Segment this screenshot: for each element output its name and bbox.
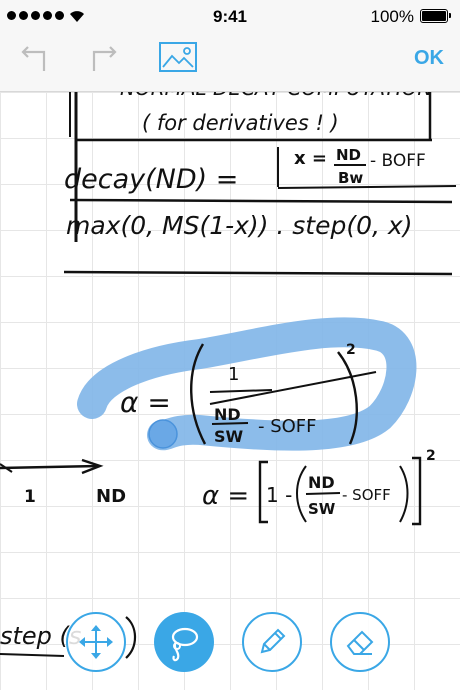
alpha2-denominator: SW xyxy=(308,500,336,518)
lasso-icon xyxy=(171,627,199,662)
x-definition-numerator: ND xyxy=(336,146,361,164)
box-title-line1: NORMAL DECAY COMPUTATION xyxy=(120,92,432,100)
axis-one-label: 1 xyxy=(24,487,36,507)
redo-arrow-icon[interactable] xyxy=(88,43,118,73)
max-expression: max(0, MS(1-x)) . step(0, x) xyxy=(66,211,412,240)
alpha-equation-short-bar xyxy=(209,389,273,393)
battery-icon xyxy=(420,9,451,23)
lasso-tool-button[interactable] xyxy=(154,612,214,672)
decay-label: decay(ND) = xyxy=(64,164,238,195)
x-box-bottom xyxy=(277,185,457,189)
alpha2-fraction-bar xyxy=(305,492,341,495)
tool-palette xyxy=(0,580,460,690)
alpha-equation-fraction-bar xyxy=(211,422,249,425)
lasso-end-handle[interactable] xyxy=(148,419,178,449)
move-tool-button[interactable] xyxy=(66,612,126,672)
image-icon[interactable] xyxy=(158,41,198,73)
alpha-equation-denominator: SW xyxy=(214,427,244,446)
alpha2-exponent: 2 xyxy=(426,448,436,464)
box-title-line2: ( for derivatives ! ) xyxy=(142,111,339,135)
alpha2-right-bracket xyxy=(412,456,422,526)
alpha-equation-numerator: ND xyxy=(214,405,241,424)
alpha-equation-soff: - SOFF xyxy=(258,416,317,437)
x-definition-denominator: Bw xyxy=(338,169,363,187)
alpha2-numerator: ND xyxy=(308,473,335,492)
editor-toolbar: OK xyxy=(0,33,460,92)
battery-percent: 100% xyxy=(370,7,414,26)
alpha-equation-exponent: 2 xyxy=(346,342,356,358)
eraser-icon xyxy=(346,630,374,655)
eraser-tool-button[interactable] xyxy=(330,612,390,672)
alpha2-lhs: α = xyxy=(202,481,249,511)
pen-tool-button[interactable] xyxy=(242,612,302,672)
alpha2-inner-right-paren xyxy=(399,465,409,523)
box-mid-line xyxy=(69,198,453,204)
ok-button[interactable]: OK xyxy=(414,47,444,70)
box-bottom-line xyxy=(63,270,453,276)
undo-arrow-icon[interactable] xyxy=(20,43,50,73)
alpha-equation-one: 1 xyxy=(228,364,239,385)
alpha2-soff: - SOFF xyxy=(342,486,391,504)
alpha2-inner-left-paren xyxy=(296,465,307,523)
alpha-equation-lhs: α = xyxy=(120,386,171,419)
x-definition-rhs: - BOFF xyxy=(370,151,426,171)
axis-line xyxy=(0,464,99,470)
pencil-icon xyxy=(260,628,286,654)
axis-nd-label: ND xyxy=(96,486,126,507)
alpha2-one-minus: 1 - xyxy=(266,483,292,507)
status-bar: 9:41 100% xyxy=(0,0,460,33)
move-arrows-icon xyxy=(79,625,113,659)
x-definition-lhs: x = xyxy=(294,148,327,169)
